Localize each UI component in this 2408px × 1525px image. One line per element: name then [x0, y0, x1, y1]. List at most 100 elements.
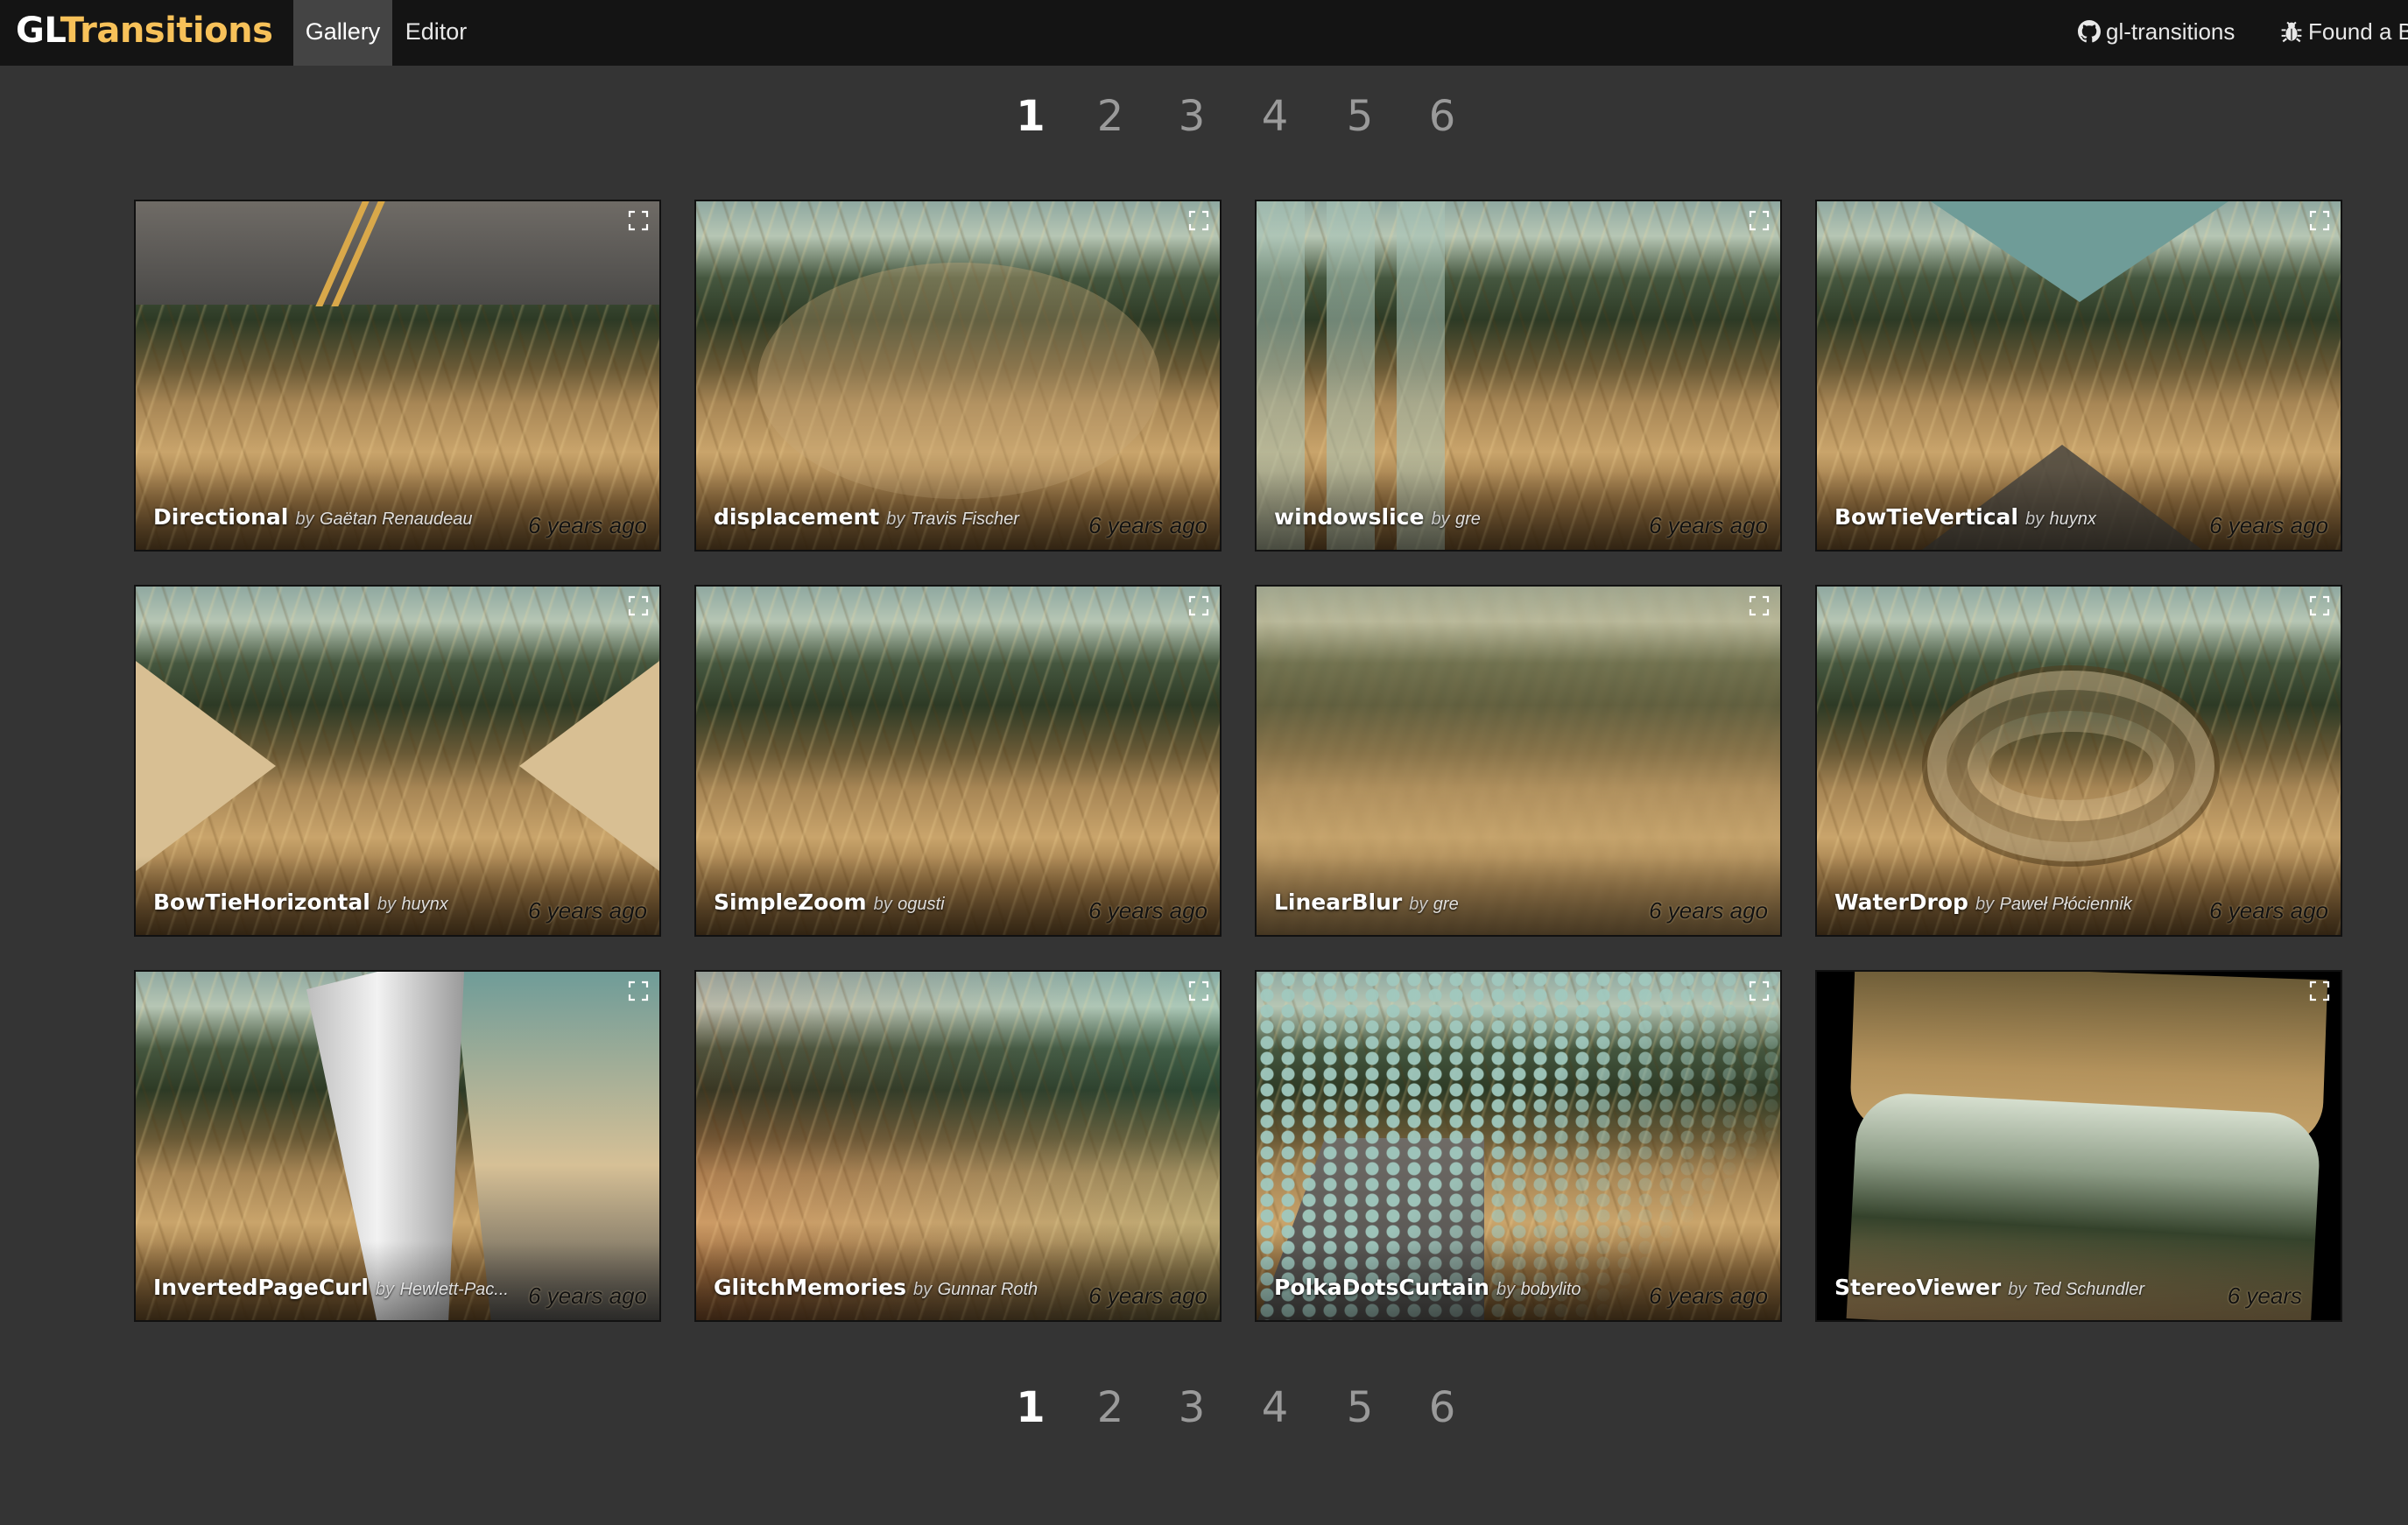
transition-card-invertedpagecurl[interactable]: InvertedPageCurl by Hewlett-Pac... 6 year…	[134, 970, 661, 1322]
card-caption: WaterDrop by Paweł Płóciennik 6 years ago	[1834, 889, 2334, 924]
transition-card-bowtiehorizontal[interactable]: BowTieHorizontal by huynx 6 years ago	[134, 585, 661, 937]
by-label: by	[1409, 895, 1428, 914]
by-label: by	[913, 1280, 933, 1299]
transition-name[interactable]: BowTieHorizontal	[153, 889, 370, 915]
by-label: by	[1496, 1280, 1516, 1299]
author-name: huynx	[2049, 510, 2096, 529]
transition-name[interactable]: InvertedPageCurl	[153, 1275, 369, 1300]
bug-icon	[2281, 21, 2302, 43]
transition-card-displacement[interactable]: displacement by Travis Fischer 6 years ag…	[694, 200, 1222, 552]
page-link-6[interactable]: 6	[1416, 1373, 1468, 1443]
card-caption: BowTieHorizontal by huynx 6 years ago	[153, 889, 652, 924]
transition-name[interactable]: GlitchMemories	[714, 1275, 906, 1300]
card-caption: LinearBlur by gre 6 years ago	[1274, 889, 1773, 924]
transition-name[interactable]: SimpleZoom	[714, 889, 867, 915]
page-link-4[interactable]: 4	[1249, 81, 1301, 151]
transition-card-glitchmemories[interactable]: GlitchMemories by Gunnar Roth 6 years ago	[694, 970, 1222, 1322]
page-link-5[interactable]: 5	[1334, 1373, 1386, 1443]
age-label: 6 years ago	[1088, 512, 1208, 538]
github-icon	[2078, 20, 2101, 43]
author-name: Ted Schundler	[2031, 1280, 2145, 1299]
author-name: Gaëtan Renaudeau	[319, 510, 473, 529]
transition-card-waterdrop[interactable]: WaterDrop by Paweł Płóciennik 6 years ago	[1815, 585, 2342, 937]
fullscreen-icon[interactable]	[628, 980, 649, 1001]
card-caption: displacement by Travis Fischer 6 years ag…	[714, 504, 1213, 539]
bug-link-label: Found a B	[2308, 18, 2408, 45]
transition-name[interactable]: BowTieVertical	[1834, 504, 2018, 530]
card-caption: StereoViewer by Ted Schundler 6 years	[1834, 1275, 2334, 1310]
top-navbar: GLTransitions Gallery Editor gl-transiti…	[0, 0, 2408, 66]
page-link-1[interactable]: 1	[1004, 1373, 1057, 1443]
fullscreen-icon[interactable]	[628, 210, 649, 231]
page-link-3[interactable]: 3	[1165, 1373, 1218, 1443]
transition-card-simplezoom[interactable]: SimpleZoom by ogusti 6 years ago	[694, 585, 1222, 937]
transition-name[interactable]: windowslice	[1274, 504, 1424, 530]
transition-card-stereoviewer[interactable]: StereoViewer by Ted Schundler 6 years	[1815, 970, 2342, 1322]
page-link-1[interactable]: 1	[1004, 81, 1057, 151]
author-name: huynx	[401, 895, 448, 914]
author-name: Hewlett-Pac...	[399, 1280, 509, 1299]
github-link-label: gl-transitions	[2106, 18, 2235, 45]
card-caption: SimpleZoom by ogusti 6 years ago	[714, 889, 1213, 924]
logo-transitions: Transitions	[60, 11, 273, 51]
transition-name[interactable]: Directional	[153, 504, 288, 530]
by-label: by	[886, 510, 905, 529]
fullscreen-icon[interactable]	[628, 595, 649, 616]
road-overlay	[136, 201, 659, 306]
card-caption: windowslice by gre 6 years ago	[1274, 504, 1773, 539]
fullscreen-icon[interactable]	[2309, 595, 2330, 616]
transition-card-polkadotscurtain[interactable]: PolkaDotsCurtain by bobylito 6 years ago	[1255, 970, 1782, 1322]
card-caption: GlitchMemories by Gunnar Roth 6 years ago	[714, 1275, 1213, 1310]
logo[interactable]: GLTransitions	[16, 4, 273, 61]
transition-card-bowtievertical[interactable]: BowTieVertical by huynx 6 years ago	[1815, 200, 2342, 552]
card-caption: InvertedPageCurl by Hewlett-Pac... 6 year…	[153, 1275, 652, 1310]
age-label: 6 years ago	[2209, 512, 2328, 538]
by-label: by	[1975, 895, 1995, 914]
fullscreen-icon[interactable]	[1749, 595, 1770, 616]
transition-card-directional[interactable]: Directional by Gaëtan Renaudeau 6 years a…	[134, 200, 661, 552]
fullscreen-icon[interactable]	[2309, 210, 2330, 231]
author-name: Gunnar Roth	[937, 1280, 1039, 1299]
fullscreen-icon[interactable]	[1188, 595, 1209, 616]
bug-report-link[interactable]: Found a B	[2280, 0, 2408, 66]
logo-gl: GL	[16, 11, 60, 51]
page-link-5[interactable]: 5	[1334, 81, 1386, 151]
transition-name[interactable]: StereoViewer	[1834, 1275, 2001, 1300]
fullscreen-icon[interactable]	[2309, 980, 2330, 1001]
page-link-6[interactable]: 6	[1416, 81, 1468, 151]
fullscreen-icon[interactable]	[1188, 980, 1209, 1001]
github-link[interactable]: gl-transitions	[2078, 0, 2235, 66]
page-link-2[interactable]: 2	[1084, 1373, 1137, 1443]
age-label: 6 years ago	[1649, 897, 1768, 924]
age-label: 6 years ago	[528, 897, 647, 924]
page-link-3[interactable]: 3	[1165, 81, 1218, 151]
fullscreen-icon[interactable]	[1749, 980, 1770, 1001]
pagination-top: 1 2 3 4 5 6	[0, 81, 2408, 151]
transition-name[interactable]: PolkaDotsCurtain	[1274, 1275, 1489, 1300]
transition-card-linearblur[interactable]: LinearBlur by gre 6 years ago	[1255, 585, 1782, 937]
card-caption: Directional by Gaëtan Renaudeau 6 years a…	[153, 504, 652, 539]
age-label: 6 years ago	[1649, 1283, 1768, 1309]
by-label: by	[375, 1280, 395, 1299]
by-label: by	[1431, 510, 1450, 529]
transition-name[interactable]: WaterDrop	[1834, 889, 1968, 915]
age-label: 6 years	[2227, 1283, 2302, 1309]
author-name: Paweł Płóciennik	[1999, 895, 2132, 914]
card-caption: BowTieVertical by huynx 6 years ago	[1834, 504, 2334, 539]
age-label: 6 years ago	[528, 1283, 647, 1309]
author-name: gre	[1455, 510, 1481, 529]
card-caption: PolkaDotsCurtain by bobylito 6 years ago	[1274, 1275, 1773, 1310]
page-link-2[interactable]: 2	[1084, 81, 1137, 151]
transition-card-windowslice[interactable]: windowslice by gre 6 years ago	[1255, 200, 1782, 552]
age-label: 6 years ago	[528, 512, 647, 538]
transition-name[interactable]: displacement	[714, 504, 879, 530]
by-label: by	[873, 895, 892, 914]
tab-gallery[interactable]: Gallery	[293, 0, 392, 66]
transition-name[interactable]: LinearBlur	[1274, 889, 1402, 915]
author-name: gre	[1433, 895, 1459, 914]
fullscreen-icon[interactable]	[1188, 210, 1209, 231]
page-link-4[interactable]: 4	[1249, 1373, 1301, 1443]
fullscreen-icon[interactable]	[1749, 210, 1770, 231]
tab-editor[interactable]: Editor	[397, 0, 475, 66]
pagination-bottom: 1 2 3 4 5 6	[0, 1373, 2408, 1443]
